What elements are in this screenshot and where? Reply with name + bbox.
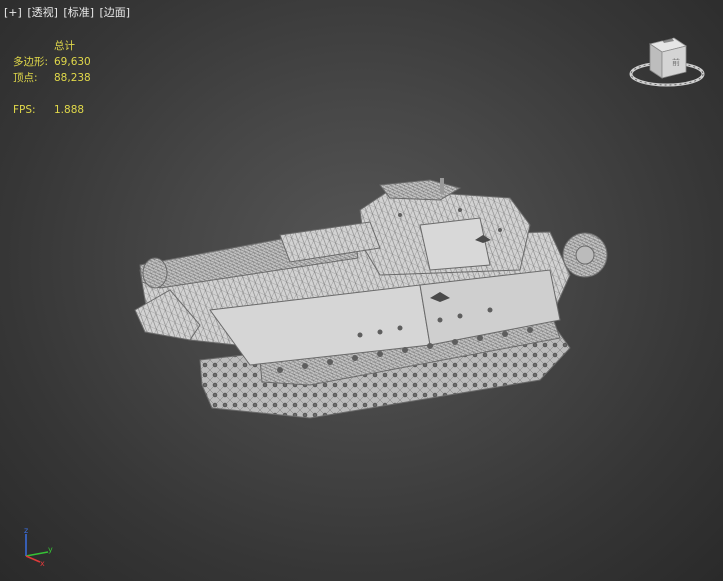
svg-text:y: y: [48, 545, 53, 554]
viewport[interactable]: { "viewport": { "menu": { "plus": "[+]",…: [0, 0, 723, 581]
viewport-plus-menu[interactable]: [+]: [4, 6, 22, 19]
svg-text:x: x: [40, 559, 45, 566]
stats-fps-value: 1.888: [54, 104, 85, 116]
stats-polygons-label: 多边形:: [13, 56, 49, 68]
axis-gizmo-icon: z y x: [24, 526, 53, 566]
stats-header: 总计: [54, 40, 75, 52]
viewport-shading-menu[interactable]: [标准]: [63, 6, 94, 19]
stats-vertices-row: 顶点: 88,238: [13, 70, 91, 86]
stats-polygons-value: 69,630: [54, 56, 91, 68]
viewport-menu: [+] [透视] [标准] [边面]: [4, 6, 132, 20]
scene-statistics: 总计 多边形: 69,630 顶点: 88,238 FPS: 1.888: [13, 38, 91, 118]
stats-polygons-row: 多边形: 69,630: [13, 54, 91, 70]
svg-text:z: z: [24, 526, 28, 535]
viewcube-icon[interactable]: 前: [628, 32, 706, 92]
viewport-display-menu[interactable]: [边面]: [100, 6, 131, 19]
stats-fps-label: FPS:: [13, 104, 36, 116]
stats-fps-row: FPS: 1.888: [13, 102, 91, 118]
wireframe-tank-model[interactable]: [130, 170, 610, 430]
stats-vertices-label: 顶点:: [13, 72, 38, 84]
viewport-view-menu[interactable]: [透视]: [27, 6, 58, 19]
stats-vertices-value: 88,238: [54, 72, 91, 84]
svg-text:前: 前: [672, 57, 680, 67]
